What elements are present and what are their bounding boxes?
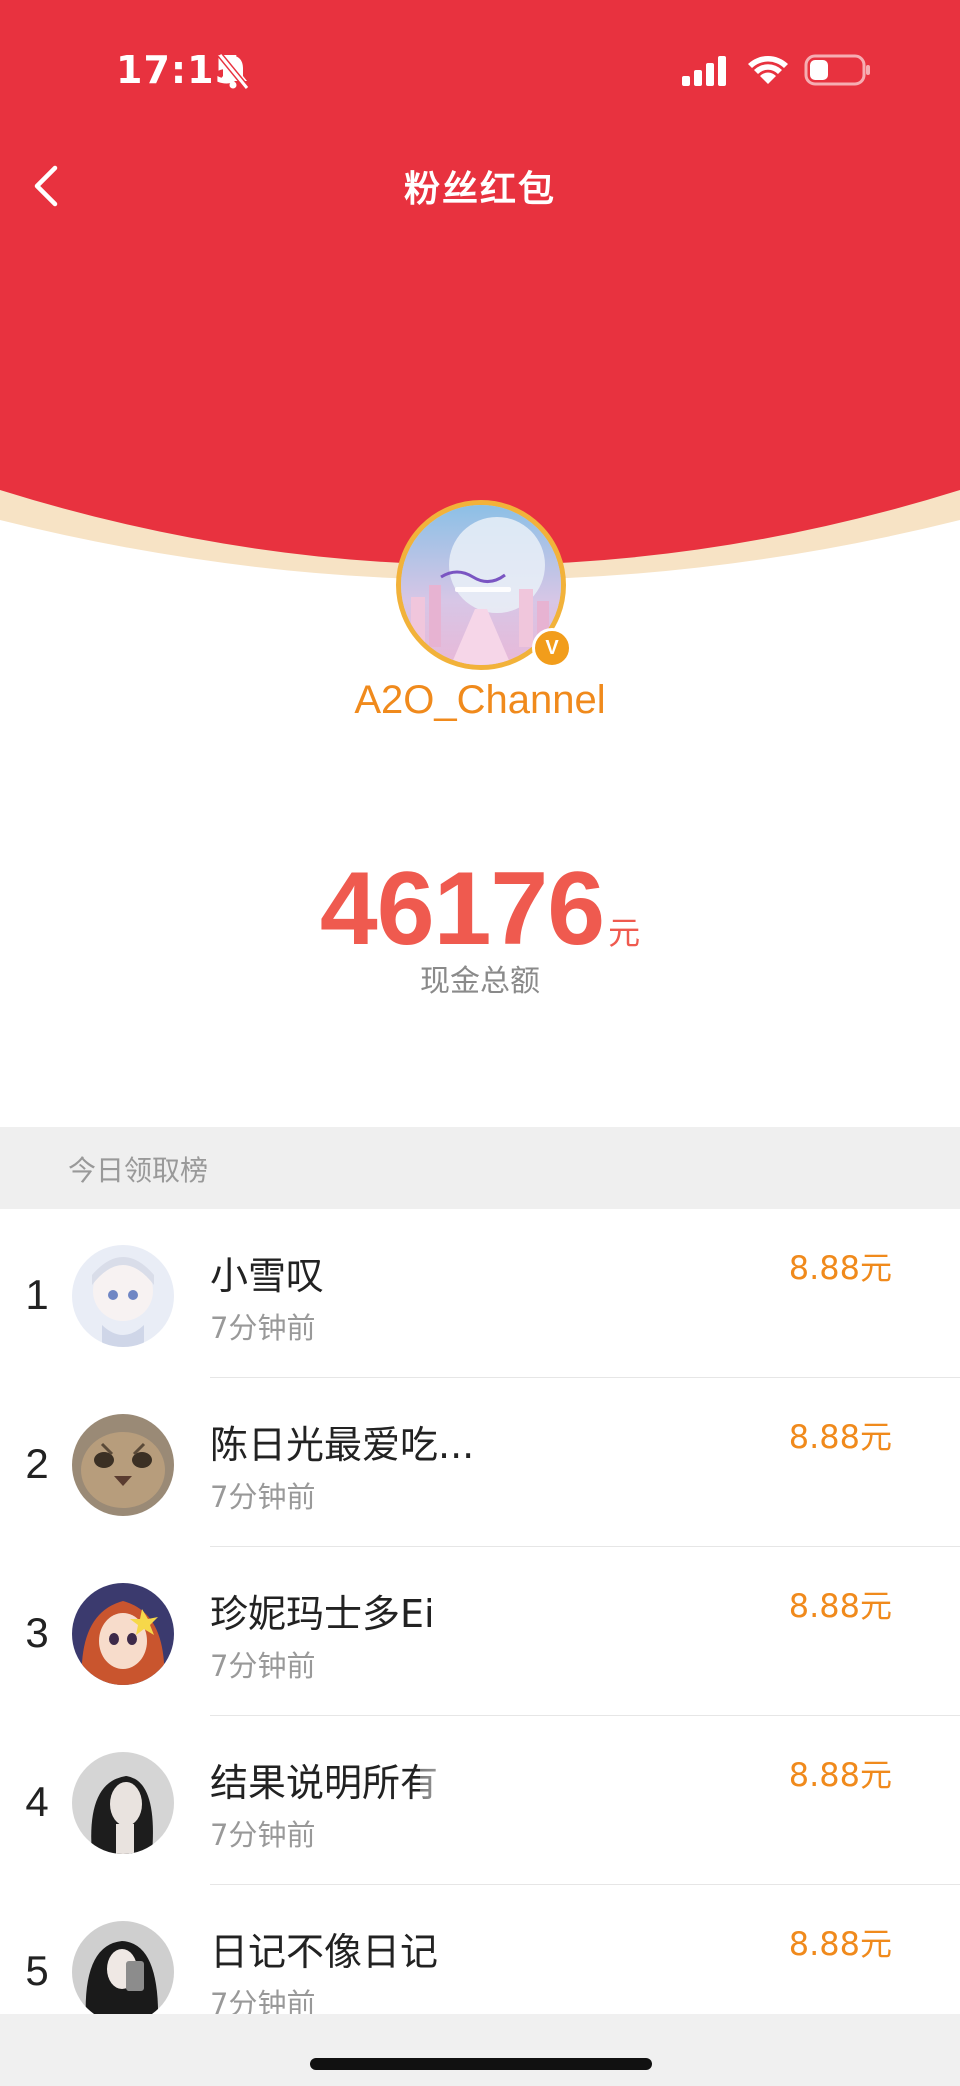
rank-number: 1 xyxy=(25,1271,49,1318)
status-bar: 17:15 xyxy=(0,0,960,140)
claim-amount: 8.88元 xyxy=(788,1587,892,1625)
avatar[interactable] xyxy=(72,1583,174,1685)
claim-amount: 8.88元 xyxy=(788,1925,892,1963)
amount-display: 46176 元 xyxy=(0,850,960,969)
total-amount: 46176 xyxy=(319,851,605,967)
claim-time: 7分钟前 xyxy=(210,1480,316,1514)
page-title: 粉丝红包 xyxy=(403,169,556,210)
claim-time: 7分钟前 xyxy=(210,1311,316,1345)
rank-number: 4 xyxy=(25,1778,49,1825)
rank-number: 2 xyxy=(25,1440,49,1487)
claim-amount: 8.88元 xyxy=(788,1418,892,1456)
wifi-icon xyxy=(748,56,788,84)
home-indicator-area xyxy=(0,2014,960,2086)
nav-bar: 粉丝红包 xyxy=(0,140,960,230)
claim-time: 7分钟前 xyxy=(210,1987,316,2014)
channel-name[interactable]: A2O_Channel xyxy=(0,678,960,723)
rank-number: 3 xyxy=(25,1609,49,1656)
claim-amount: 8.88元 xyxy=(788,1756,892,1794)
verified-badge-icon: V xyxy=(532,628,572,668)
rank-number: 5 xyxy=(25,1947,49,1994)
bell-off-icon xyxy=(217,53,250,90)
blurred-text-overlay xyxy=(420,1756,510,1804)
ranking-section-header: 今日领取榜 xyxy=(0,1127,960,1209)
battery-icon xyxy=(804,54,870,86)
claim-time: 7分钟前 xyxy=(210,1649,316,1683)
claim-amount: 8.88元 xyxy=(788,1249,892,1287)
amount-unit: 元 xyxy=(608,914,641,952)
user-name: 日记不像日记 xyxy=(210,1930,439,1974)
home-indicator[interactable] xyxy=(310,2058,652,2070)
list-item[interactable]: 2 陈日光最爱吃... 7分钟前 8.88元 xyxy=(0,1378,960,1547)
user-name: 小雪叹 xyxy=(210,1254,325,1298)
ranking-list: 1 小雪叹 7分钟前 8.88元 2 陈日光最爱吃... 7分钟前 8.88元 … xyxy=(0,1209,960,2014)
avatar[interactable] xyxy=(72,1921,174,2014)
ranking-title: 今日领取榜 xyxy=(68,1154,209,1187)
avatar[interactable] xyxy=(72,1414,174,1516)
signal-icon xyxy=(682,56,726,86)
avatar[interactable] xyxy=(72,1752,174,1854)
user-name: 结果说明所有 xyxy=(210,1761,439,1805)
user-name: 陈日光最爱吃... xyxy=(210,1423,475,1467)
amount-label: 现金总额 xyxy=(420,964,540,999)
channel-avatar[interactable]: V xyxy=(396,500,572,670)
claim-time: 7分钟前 xyxy=(210,1818,316,1852)
list-item[interactable]: 4 结果说明所有 7分钟前 8.88元 xyxy=(0,1716,960,1885)
list-item[interactable]: 1 小雪叹 7分钟前 8.88元 xyxy=(0,1209,960,1378)
list-item[interactable]: 3 珍妮玛士多Ei 7分钟前 8.88元 xyxy=(0,1547,960,1716)
list-item[interactable]: 5 日记不像日记 7分钟前 8.88元 xyxy=(0,1885,960,2014)
avatar[interactable] xyxy=(72,1245,174,1347)
user-name: 珍妮玛士多Ei xyxy=(210,1592,435,1636)
